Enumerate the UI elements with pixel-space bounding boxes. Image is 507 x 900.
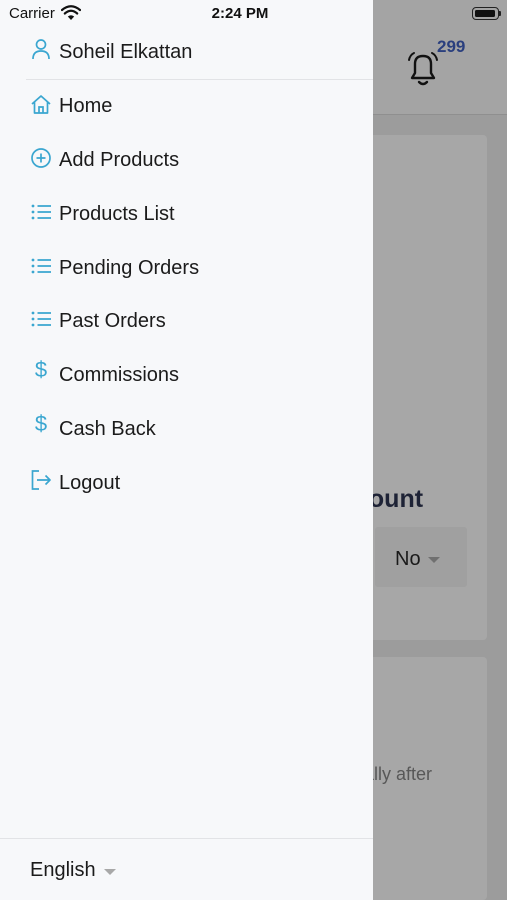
language-selector[interactable]: English bbox=[0, 838, 373, 900]
user-icon bbox=[32, 39, 50, 60]
list-icon bbox=[31, 311, 51, 327]
bell-icon[interactable] bbox=[406, 50, 440, 88]
menu-item-products-list[interactable]: Products List bbox=[26, 192, 356, 236]
menu-item-label: Cash Back bbox=[59, 418, 156, 440]
language-value: English bbox=[30, 859, 96, 881]
battery-cap bbox=[499, 11, 501, 16]
menu-item-label: Pending Orders bbox=[59, 257, 200, 279]
status-time: 2:24 PM bbox=[211, 5, 269, 22]
plus-circle-icon bbox=[31, 148, 51, 168]
home-icon bbox=[31, 95, 51, 114]
menu-item-add-products[interactable]: Add Products bbox=[26, 138, 356, 182]
menu-item-label: Past Orders bbox=[59, 310, 166, 332]
menu-item-commissions[interactable]: $ Commissions bbox=[26, 353, 356, 397]
menu-item-home[interactable]: Home bbox=[26, 84, 356, 128]
dollar-icon: $ bbox=[34, 357, 48, 382]
battery-icon bbox=[472, 7, 499, 20]
dollar-icon: $ bbox=[34, 411, 48, 436]
logout-icon bbox=[31, 470, 51, 490]
menu-item-label: Add Products bbox=[59, 149, 180, 171]
list-icon bbox=[31, 258, 51, 274]
chevron-down-icon bbox=[104, 869, 116, 875]
chevron-down-icon bbox=[428, 557, 440, 563]
menu-item-cash-back[interactable]: $ Cash Back bbox=[26, 407, 356, 451]
background-select-value: No bbox=[395, 548, 421, 570]
status-bar: Carrier 2:24 PM bbox=[0, 0, 507, 28]
side-drawer: Soheil Elkattan Home Add Products Produc… bbox=[0, 0, 373, 900]
notification-count-badge: 299 bbox=[437, 37, 466, 56]
list-icon bbox=[31, 204, 51, 220]
menu-item-label: Products List bbox=[59, 203, 175, 225]
menu-item-pending-orders[interactable]: Pending Orders bbox=[26, 246, 356, 290]
menu-item-label: Logout bbox=[59, 472, 121, 494]
menu-item-label: Commissions bbox=[59, 364, 180, 386]
background-select[interactable] bbox=[375, 527, 467, 587]
menu-item-logout[interactable]: Logout bbox=[26, 461, 356, 505]
drawer-user-name: Soheil Elkattan bbox=[59, 41, 193, 63]
menu-item-past-orders[interactable]: Past Orders bbox=[26, 299, 356, 343]
drawer-user-row[interactable]: Soheil Elkattan bbox=[26, 30, 373, 80]
menu-item-label: Home bbox=[59, 95, 113, 117]
